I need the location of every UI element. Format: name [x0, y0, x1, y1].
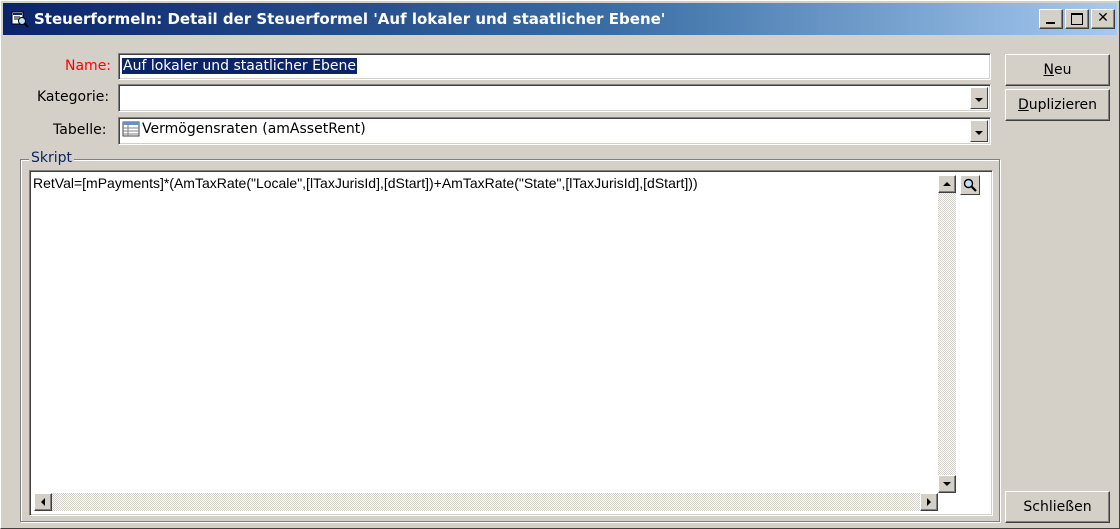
duplizieren-button[interactable]: Duplizieren — [1005, 89, 1110, 121]
tabelle-label: Tabelle: — [53, 122, 107, 138]
neu-mnemonic: N — [1043, 62, 1054, 78]
tabelle-value: Vermögensraten (amAssetRent) — [142, 121, 366, 137]
neu-button[interactable]: Neu — [1005, 54, 1110, 86]
script-vertical-scrollbar[interactable] — [938, 175, 956, 493]
schliessen-button[interactable]: Schließen — [1005, 491, 1110, 523]
tabelle-dropdown-button[interactable] — [970, 120, 988, 142]
form-window-icon — [11, 10, 29, 28]
duplizieren-label-rest: uplizieren — [1028, 97, 1098, 113]
tabelle-combo[interactable]: Vermögensraten (amAssetRent) — [118, 117, 991, 145]
script-horizontal-scrollbar[interactable] — [34, 493, 938, 511]
neu-label-rest: eu — [1053, 62, 1072, 78]
close-window-button[interactable] — [1091, 9, 1115, 29]
maximize-button[interactable] — [1065, 9, 1089, 29]
name-value: Auf lokaler und staatlicher Ebene — [122, 58, 357, 74]
kategorie-label: Kategorie: — [37, 89, 110, 105]
zoom-script-button[interactable] — [960, 175, 980, 195]
script-editor[interactable]: RetVal=[mPayments]*(AmTaxRate("Locale",[… — [29, 170, 993, 516]
name-label: Name: — [65, 58, 112, 74]
name-field[interactable]: Auf lokaler und staatlicher Ebene — [118, 53, 991, 80]
skript-groupbox: Skript RetVal=[mPayments]*(AmTaxRate("Lo… — [20, 150, 1000, 522]
skript-group-label: Skript — [29, 150, 75, 166]
kategorie-combo[interactable] — [118, 84, 991, 112]
scroll-right-button[interactable] — [920, 493, 938, 511]
window-title: Steuerformeln: Detail der Steuerformel '… — [34, 10, 666, 28]
kategorie-dropdown-button[interactable] — [970, 87, 988, 109]
script-text: RetVal=[mPayments]*(AmTaxRate("Locale",[… — [33, 175, 698, 191]
duplizieren-mnemonic: D — [1017, 97, 1029, 113]
scroll-up-button[interactable] — [938, 175, 956, 193]
table-icon — [122, 121, 140, 137]
minimize-button[interactable] — [1039, 9, 1063, 29]
title-bar[interactable]: Steuerformeln: Detail der Steuerformel '… — [3, 3, 1117, 35]
dialog-window: Steuerformeln: Detail der Steuerformel '… — [0, 0, 1120, 529]
scroll-left-button[interactable] — [34, 493, 52, 511]
scroll-down-button[interactable] — [938, 475, 956, 493]
schliessen-label: Schließen — [1023, 499, 1092, 515]
magnifier-icon — [962, 177, 978, 197]
